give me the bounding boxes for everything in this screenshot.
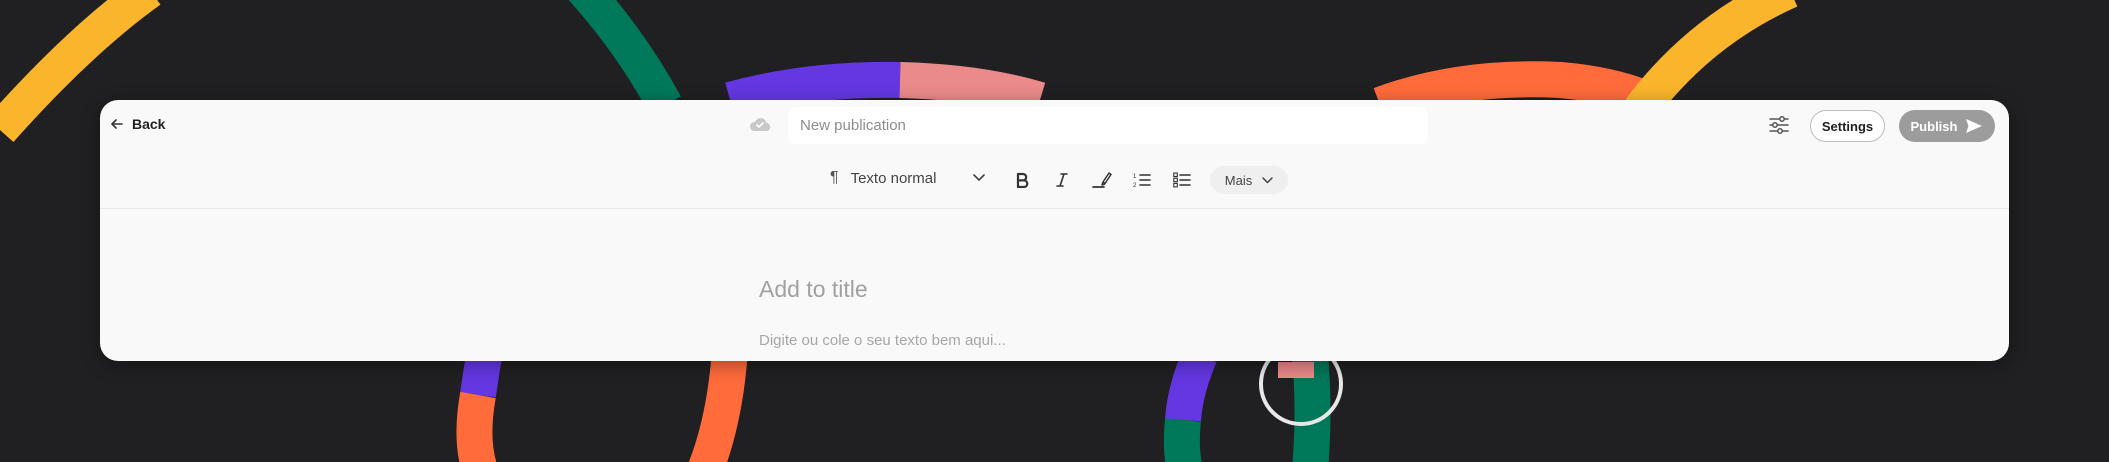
- checklist-icon: [1173, 172, 1191, 188]
- paragraph-style-select[interactable]: ¶ Texto normal: [830, 166, 985, 190]
- more-dropdown[interactable]: Mais: [1210, 166, 1288, 194]
- publish-label: Publish: [1910, 118, 1958, 134]
- svg-text:2: 2: [1133, 183, 1137, 188]
- green-arc-top: [568, 0, 681, 114]
- bold-button[interactable]: [1010, 168, 1034, 192]
- sliders-icon[interactable]: [1768, 114, 1790, 136]
- numbered-list-icon: 1 2: [1133, 174, 1151, 188]
- settings-label: Settings: [1821, 118, 1874, 134]
- orange-loop-left: [456, 348, 748, 462]
- formatting-toolbar: ¶ Texto normal 1 2 Mais: [100, 152, 2009, 208]
- bullet-list-button[interactable]: [1170, 168, 1194, 192]
- italic-icon: [1056, 173, 1068, 187]
- document-body-input[interactable]: Digite ou cole o seu texto bem aqui...: [759, 332, 1006, 349]
- pink-arc-top: [899, 62, 1046, 118]
- cloud-icon: [749, 118, 771, 132]
- publish-button[interactable]: Publish: [1899, 110, 1995, 142]
- italic-button[interactable]: [1050, 168, 1074, 192]
- chevron-down-icon: [972, 174, 985, 181]
- back-label: Back: [132, 116, 166, 132]
- pilcrow-icon: ¶: [830, 169, 839, 186]
- arrow-left-icon: [111, 119, 123, 129]
- editor-header: Back Settings Publish: [100, 100, 2009, 152]
- document-title-input[interactable]: Add to title: [759, 276, 868, 303]
- highlight-button[interactable]: [1090, 168, 1114, 192]
- publication-name-input[interactable]: [788, 107, 1428, 144]
- bold-icon: [1016, 172, 1029, 188]
- numbered-list-button[interactable]: 1 2: [1130, 168, 1154, 192]
- editor-window: Back Settings Publish ¶: [100, 100, 2009, 361]
- more-label: Mais: [1224, 172, 1253, 188]
- svg-text:1: 1: [1133, 174, 1137, 180]
- back-button[interactable]: Back: [110, 116, 165, 132]
- purple-arc-top: [725, 61, 901, 118]
- highlighter-icon: [1092, 172, 1112, 188]
- yellow-arc-right: [1625, 0, 1798, 121]
- chevron-down-icon: [1262, 176, 1273, 183]
- purple-loop-right: [1165, 347, 1217, 422]
- settings-button[interactable]: Settings: [1810, 110, 1885, 142]
- toolbar-divider: [100, 208, 2009, 209]
- paragraph-style-label: Texto normal: [850, 169, 937, 187]
- send-icon: [1966, 119, 1983, 133]
